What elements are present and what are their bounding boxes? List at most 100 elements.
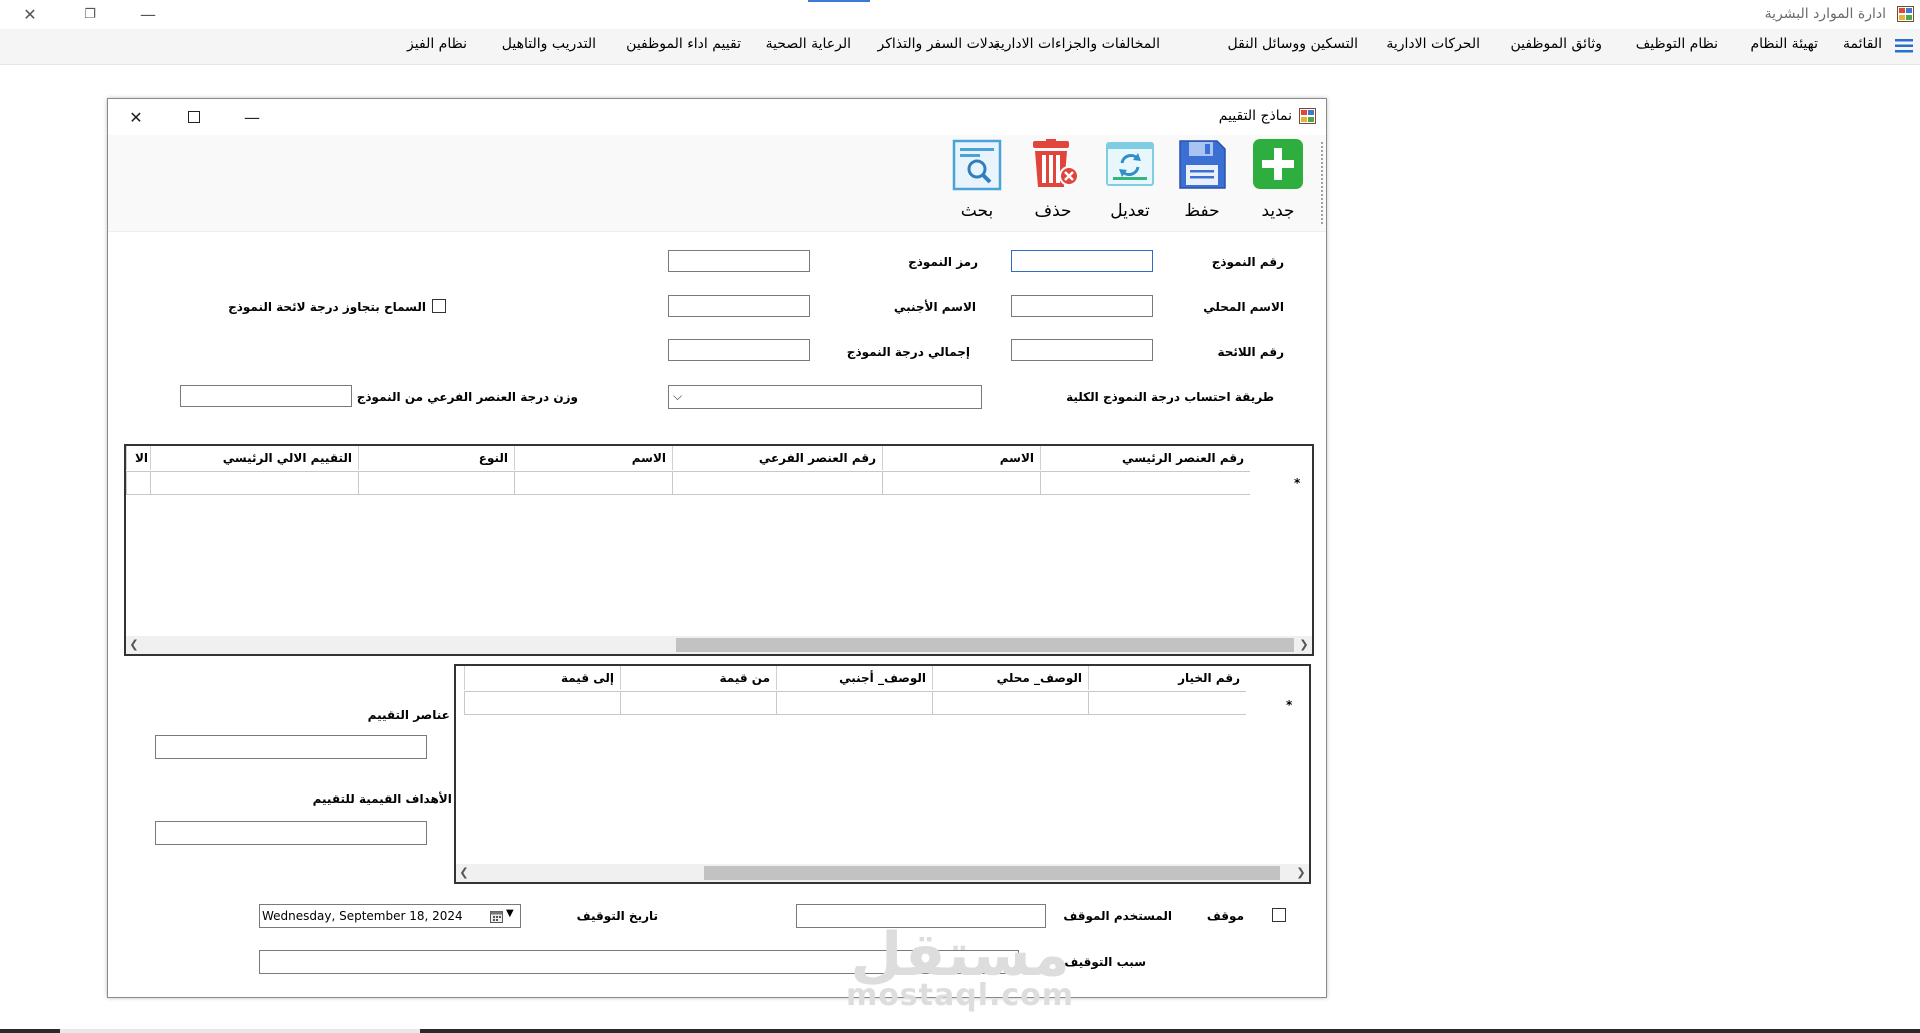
scroll-thumb[interactable]	[704, 866, 1280, 880]
grid-col-sub-element-number[interactable]: رقم العنصر الفرعي	[672, 446, 882, 470]
form-icon	[1299, 108, 1316, 124]
menu-item-system-setup[interactable]: تهيئة النظام	[1750, 36, 1818, 52]
app-titlebar: ✕ ❐ — ادارة الموارد البشرية	[0, 0, 1920, 29]
search-icon	[952, 139, 1002, 191]
scroll-left-arrow-icon[interactable]: ❮	[126, 636, 142, 654]
total-elements-input[interactable]	[155, 735, 427, 759]
chevron-down-icon: ⌵	[673, 389, 683, 403]
grid-col-truncated[interactable]: الا	[126, 446, 150, 470]
foreign-name-input[interactable]	[668, 295, 810, 317]
menu-item-travel-allowances[interactable]: بدلات السفر والتذاكر	[877, 36, 999, 52]
grid-cell[interactable]	[882, 471, 1040, 495]
grid-col-option-number[interactable]: رقم الخيار	[1088, 666, 1246, 690]
grid-cell[interactable]	[150, 471, 358, 495]
menu-item-admin-movements[interactable]: الحركات الادارية	[1386, 36, 1480, 52]
stopping-user-input[interactable]	[796, 904, 1046, 928]
model-code-label: رمز النموذج	[908, 255, 978, 269]
stop-date-label: تاريخ التوقيف	[576, 909, 658, 923]
grid-cell[interactable]	[358, 471, 514, 495]
new-label: جديد	[1261, 201, 1295, 221]
edit-refresh-icon	[1106, 142, 1154, 186]
options-grid-hscrollbar[interactable]: ❮ ❯	[456, 864, 1309, 882]
allow-exceed-checkbox[interactable]	[432, 299, 446, 313]
options-grid[interactable]: رقم الخيار الوصف_ محلي الوصف_ أجنبي من ق…	[454, 664, 1311, 884]
menu-item-violations[interactable]: المخالفات والجزاءات الادارية	[993, 36, 1160, 52]
model-total-score-input[interactable]	[668, 339, 810, 361]
form-minimize-button[interactable]: —	[230, 103, 274, 131]
minimize-icon: —	[244, 107, 260, 127]
calendar-icon[interactable]	[490, 910, 503, 923]
foreign-name-label: الاسم الأجنبي	[893, 300, 976, 314]
total-goals-input[interactable]	[155, 821, 427, 845]
menu-item-housing-transport[interactable]: التسكين ووسائل النقل	[1228, 36, 1358, 52]
calc-method-combobox[interactable]: ⌵	[668, 385, 982, 409]
save-icon	[1179, 140, 1226, 189]
trash-icon	[1033, 139, 1079, 187]
grid-cell[interactable]	[514, 471, 672, 495]
grid-cell[interactable]	[126, 471, 150, 495]
menu-item-performance-evaluation[interactable]: تقييم اداء الموظفين	[626, 36, 741, 52]
menu-item-employee-documents[interactable]: وثائق الموظفين	[1510, 36, 1602, 52]
grid-cell[interactable]	[1088, 691, 1246, 715]
app-close-button[interactable]: ✕	[8, 0, 52, 28]
stopping-user-label: المستخدم الموقف	[1063, 909, 1172, 923]
grid-cell[interactable]	[776, 691, 932, 715]
scroll-right-arrow-icon[interactable]: ❯	[1296, 636, 1312, 654]
titlebar-accent	[808, 0, 870, 2]
save-button[interactable]: حفظ	[1170, 135, 1234, 229]
model-number-input[interactable]	[1011, 250, 1153, 272]
stop-date-picker[interactable]: Wednesday, September 18, 2024 ▼	[259, 904, 521, 928]
scroll-thumb[interactable]	[676, 638, 1294, 652]
menu-item-health-care[interactable]: الرعاية الصحية	[766, 36, 851, 52]
menu-item-recruitment[interactable]: نظام التوظيف	[1636, 36, 1718, 52]
grid-col-from-value[interactable]: من قيمة	[620, 666, 776, 690]
form-close-button[interactable]: ✕	[114, 103, 158, 131]
search-button[interactable]: بحث	[945, 135, 1009, 229]
grid-col-name-2[interactable]: الاسم	[514, 446, 672, 470]
stopped-checkbox[interactable]	[1272, 908, 1286, 922]
add-icon	[1253, 139, 1303, 189]
app-minimize-button[interactable]: —	[126, 0, 170, 28]
app-restore-button[interactable]: ❐	[68, 0, 112, 28]
model-code-input[interactable]	[668, 250, 810, 272]
edit-button[interactable]: تعديل	[1098, 135, 1162, 229]
grid-cell[interactable]	[464, 691, 620, 715]
elements-grid-hscrollbar[interactable]: ❮ ❯	[126, 636, 1312, 654]
grid-cell[interactable]	[932, 691, 1088, 715]
menu-item-visa-system[interactable]: نظام الفيز	[407, 36, 467, 52]
menu-item-training[interactable]: التدريب والتاهيل	[502, 36, 596, 52]
local-name-label: الاسم المحلي	[1203, 300, 1284, 314]
new-button[interactable]: جديد	[1246, 135, 1310, 229]
menu-item-main[interactable]: القائمة	[1843, 36, 1882, 52]
scroll-left-arrow-icon[interactable]: ❮	[456, 864, 472, 882]
grid-col-local-description[interactable]: الوصف_ محلي	[932, 666, 1088, 690]
grid-cell[interactable]	[620, 691, 776, 715]
grid-cell[interactable]	[672, 471, 882, 495]
form-maximize-button[interactable]	[172, 103, 216, 131]
toolbar-grip[interactable]	[1320, 141, 1324, 225]
close-icon: ✕	[23, 4, 37, 24]
grid-col-type[interactable]: النوع	[358, 446, 514, 470]
model-number-label: رقم النموذج	[1211, 255, 1284, 269]
menu-bar: القائمة تهيئة النظام نظام التوظيف وثائق …	[0, 29, 1920, 65]
grid-col-name[interactable]: الاسم	[882, 446, 1040, 470]
minimize-icon: —	[140, 4, 156, 24]
grid-col-main-element-number[interactable]: رقم العنصر الرئيسي	[1040, 446, 1250, 470]
calc-method-label: طريقة احتساب درجة النموذج الكلية	[1066, 390, 1274, 404]
delete-button[interactable]: حذف	[1021, 135, 1085, 229]
grid-cell[interactable]	[1040, 471, 1250, 495]
stop-reason-input[interactable]	[259, 950, 1019, 974]
hamburger-menu-icon[interactable]	[1894, 38, 1914, 54]
close-icon: ✕	[129, 107, 143, 127]
grid-col-auto-main-evaluation[interactable]: التقييم الالي الرئيسي	[150, 446, 358, 470]
regulation-number-input[interactable]	[1011, 339, 1153, 361]
dropdown-arrow-icon[interactable]: ▼	[506, 908, 514, 919]
sub-weight-input[interactable]	[180, 385, 352, 407]
local-name-input[interactable]	[1011, 295, 1153, 317]
elements-grid[interactable]: رقم العنصر الرئيسي الاسم رقم العنصر الفر…	[124, 444, 1314, 656]
delete-label: حذف	[1034, 201, 1072, 221]
maximize-icon	[188, 111, 200, 123]
grid-col-foreign-description[interactable]: الوصف_ أجنبي	[776, 666, 932, 690]
grid-col-to-value[interactable]: إلى قيمة	[464, 666, 620, 690]
scroll-right-arrow-icon[interactable]: ❯	[1293, 864, 1309, 882]
